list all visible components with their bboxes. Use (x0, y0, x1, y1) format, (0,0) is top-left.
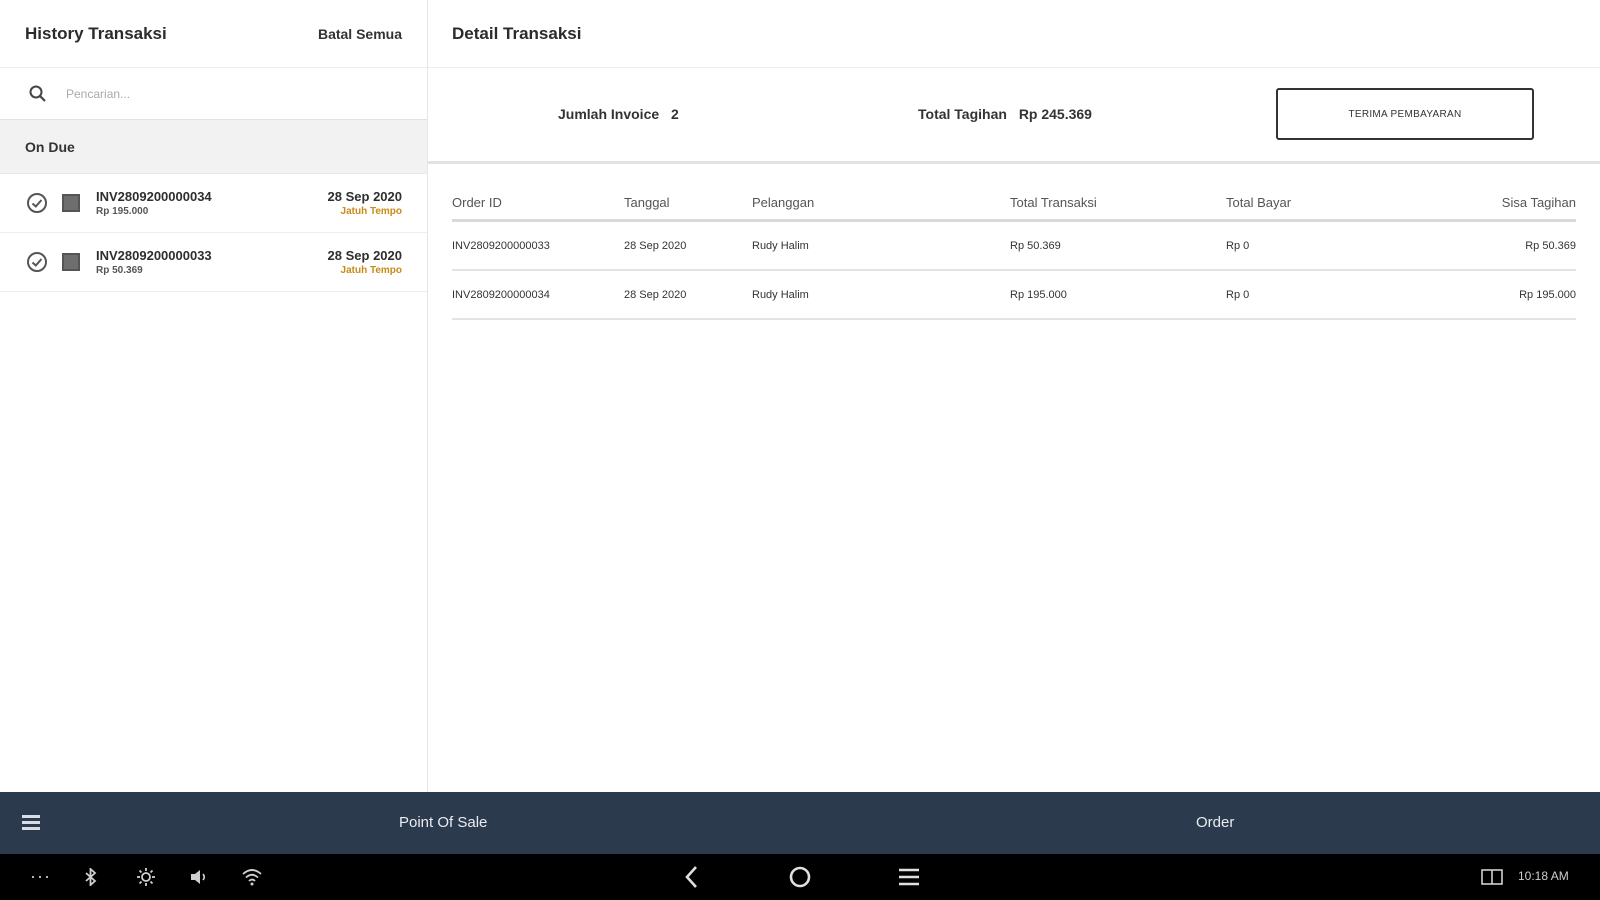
system-navigation-bar: ··· 10:18 AM (0, 854, 1600, 900)
cell-remaining: Rp 195.000 (1519, 288, 1576, 301)
cell-total-transaction: Rp 195.000 (1010, 288, 1067, 301)
receive-payment-button[interactable]: TERIMA PEMBAYARAN (1276, 88, 1534, 140)
cell-total-transaction: Rp 50.369 (1010, 239, 1061, 252)
invoice-item[interactable]: INV2809200000034 Rp 195.000 28 Sep 2020 … (0, 174, 427, 233)
check-circle-icon[interactable] (26, 192, 48, 214)
brightness-icon[interactable] (136, 867, 156, 887)
more-icon[interactable]: ··· (30, 866, 51, 887)
cell-total-paid: Rp 0 (1226, 288, 1250, 301)
detail-panel: Detail Transaksi Jumlah Invoice 2 Total … (428, 0, 1600, 792)
wifi-icon[interactable] (241, 868, 263, 886)
col-date: Tanggal (624, 195, 670, 210)
transaction-table: Order ID Tanggal Pelanggan Total Transak… (452, 186, 1576, 320)
invoice-amount: Rp 50.369 (96, 265, 143, 276)
invoice-meta: 28 Sep 2020 Jatuh Tempo (328, 189, 402, 217)
cell-order-id: INV2809200000033 (452, 239, 550, 252)
cell-date: 28 Sep 2020 (624, 288, 687, 301)
home-icon[interactable] (788, 865, 812, 889)
invoice-icon (62, 194, 80, 212)
detail-header: Detail Transaksi (428, 0, 1600, 68)
nav-order[interactable]: Order (1196, 814, 1234, 831)
summary-bar: Jumlah Invoice 2 Total Tagihan Rp 245.36… (428, 68, 1600, 164)
invoice-count-value: 2 (671, 106, 679, 122)
cell-total-paid: Rp 0 (1226, 239, 1250, 252)
history-header: History Transaksi Batal Semua (0, 0, 427, 68)
bottom-app-bar: Point Of Sale Order (0, 792, 1600, 854)
check-circle-icon[interactable] (26, 251, 48, 273)
table-row[interactable]: INV2809200000034 28 Sep 2020 Rudy Halim … (452, 271, 1576, 320)
recents-icon[interactable] (898, 866, 920, 888)
bluetooth-icon[interactable] (84, 868, 98, 886)
app-window: History Transaksi Batal Semua On Due INV… (0, 0, 1600, 792)
cell-date: 28 Sep 2020 (624, 239, 687, 252)
invoice-count: Jumlah Invoice 2 (558, 106, 679, 122)
menu-icon[interactable] (22, 815, 40, 831)
total-bill-label: Total Tagihan (918, 106, 1007, 122)
invoice-icon (62, 253, 80, 271)
detail-title: Detail Transaksi (452, 23, 582, 43)
invoice-count-label: Jumlah Invoice (558, 106, 660, 122)
invoice-id: INV2809200000034 (96, 189, 212, 204)
invoice-item[interactable]: INV2809200000033 Rp 50.369 28 Sep 2020 J… (0, 233, 427, 292)
search-icon (29, 85, 46, 102)
invoice-info: INV2809200000033 Rp 50.369 (96, 248, 328, 276)
invoice-date: 28 Sep 2020 (327, 189, 402, 204)
history-panel: History Transaksi Batal Semua On Due INV… (0, 0, 428, 792)
cancel-all-button[interactable]: Batal Semua (318, 26, 402, 42)
invoice-info: INV2809200000034 Rp 195.000 (96, 189, 328, 217)
search-bar (0, 68, 427, 120)
invoice-date: 28 Sep 2020 (327, 248, 402, 263)
invoice-meta: 28 Sep 2020 Jatuh Tempo (328, 248, 402, 276)
history-title: History Transaksi (25, 23, 167, 43)
col-total-paid: Total Bayar (1226, 195, 1292, 210)
cell-order-id: INV2809200000034 (452, 288, 550, 301)
back-icon[interactable] (682, 865, 702, 889)
volume-icon[interactable] (189, 868, 209, 886)
table-row[interactable]: INV2809200000033 28 Sep 2020 Rudy Halim … (452, 222, 1576, 271)
cell-customer: Rudy Halim (752, 239, 809, 252)
keyboard-icon[interactable] (1481, 869, 1503, 885)
invoice-id: INV2809200000033 (96, 248, 212, 263)
nav-point-of-sale[interactable]: Point Of Sale (399, 814, 487, 831)
total-bill: Total Tagihan Rp 245.369 (918, 106, 1092, 122)
table-header: Order ID Tanggal Pelanggan Total Transak… (452, 186, 1576, 222)
col-total-transaction: Total Transaksi (1010, 195, 1097, 210)
section-on-due: On Due (0, 120, 427, 174)
search-input[interactable] (66, 86, 386, 101)
invoice-status: Jatuh Tempo (340, 265, 402, 276)
invoice-amount: Rp 195.000 (96, 206, 149, 217)
cell-remaining: Rp 50.369 (1525, 239, 1576, 252)
col-remaining: Sisa Tagihan (1501, 195, 1576, 210)
cell-customer: Rudy Halim (752, 288, 809, 301)
col-customer: Pelanggan (752, 195, 815, 210)
clock: 10:18 AM (1518, 869, 1569, 883)
col-order-id: Order ID (452, 195, 502, 210)
total-bill-value: Rp 245.369 (1018, 106, 1092, 122)
invoice-status: Jatuh Tempo (340, 206, 402, 217)
